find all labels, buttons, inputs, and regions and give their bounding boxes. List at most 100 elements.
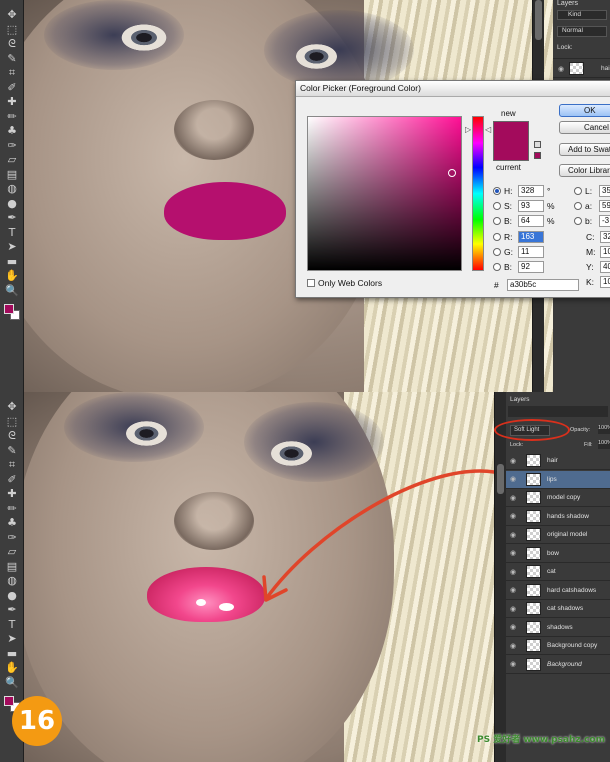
visibility-eye-icon[interactable]: ◉: [510, 494, 519, 502]
lasso-tool-icon[interactable]: ᘓ: [4, 37, 20, 51]
visibility-eye-icon[interactable]: ◉: [510, 531, 519, 539]
eraser-tool-icon[interactable]: ▱: [4, 545, 20, 559]
crop-tool-icon[interactable]: ⌗: [4, 66, 20, 80]
kind-filter[interactable]: Kind: [557, 10, 607, 20]
hsb-radio[interactable]: [493, 187, 501, 195]
gradient-tool-icon[interactable]: ▤: [4, 168, 20, 182]
gradient-tool-icon[interactable]: ▤: [4, 560, 20, 574]
visibility-eye-icon[interactable]: ◉: [510, 642, 519, 650]
layers-tab[interactable]: Layers: [557, 0, 578, 7]
blur-tool-icon[interactable]: ◍: [4, 182, 20, 196]
eye-icon[interactable]: ◉: [558, 65, 564, 73]
quick-select-tool-icon[interactable]: ✎: [4, 444, 20, 458]
visibility-eye-icon[interactable]: ◉: [510, 660, 519, 668]
quick-select-tool-icon[interactable]: ✎: [4, 52, 20, 66]
marquee-tool-icon[interactable]: ⬚: [4, 23, 20, 37]
move-tool-icon[interactable]: ✥: [4, 8, 20, 22]
eraser-tool-icon[interactable]: ▱: [4, 153, 20, 167]
color-field[interactable]: [307, 116, 462, 271]
lab-radio[interactable]: [574, 202, 582, 210]
fill-input[interactable]: 100%: [598, 440, 610, 449]
dialog-title[interactable]: Color Picker (Foreground Color): [296, 81, 610, 97]
crop-tool-icon[interactable]: ⌗: [4, 458, 20, 472]
lab-input[interactable]: -3: [599, 215, 610, 227]
foreground-color-swatch[interactable]: [4, 696, 14, 706]
color-libraries-button[interactable]: Color Libraries: [559, 164, 610, 177]
zoom-tool-icon[interactable]: 🔍: [4, 284, 20, 298]
history-brush-tool-icon[interactable]: ✑: [4, 531, 20, 545]
visibility-eye-icon[interactable]: ◉: [510, 623, 519, 631]
dodge-tool-icon[interactable]: ●: [4, 589, 20, 603]
layer-row[interactable]: ◉ shadows: [506, 619, 610, 637]
ok-button[interactable]: OK: [559, 104, 610, 117]
path-select-tool-icon[interactable]: ➤: [4, 632, 20, 646]
layer-row[interactable]: ◉ Background copy: [506, 637, 610, 655]
hsb-radio[interactable]: [493, 202, 501, 210]
layer-row[interactable]: ◉ lips: [506, 470, 610, 489]
shape-tool-icon[interactable]: ▬: [4, 647, 20, 661]
pen-tool-icon[interactable]: ✒: [4, 211, 20, 225]
hue-slider[interactable]: [472, 116, 484, 271]
blend-mode-select[interactable]: Normal: [557, 26, 607, 37]
pen-tool-icon[interactable]: ✒: [4, 603, 20, 617]
visibility-eye-icon[interactable]: ◉: [510, 586, 519, 594]
layer-row[interactable]: ◉ bow: [506, 545, 610, 563]
brush-tool-icon[interactable]: ✏: [4, 502, 20, 516]
layers-tab[interactable]: Layers: [510, 396, 530, 403]
cmyk-input[interactable]: 100: [600, 246, 610, 258]
rgb-input[interactable]: 11: [518, 246, 544, 258]
hsb-input[interactable]: 64: [518, 215, 544, 227]
lab-input[interactable]: 35: [599, 185, 610, 197]
visibility-eye-icon[interactable]: ◉: [510, 605, 519, 613]
opacity-input[interactable]: 100%: [598, 425, 610, 434]
layer-row[interactable]: ◉ cat: [506, 563, 610, 581]
layer-row[interactable]: ◉ original model: [506, 526, 610, 544]
rgb-radio[interactable]: [493, 263, 501, 271]
hex-input[interactable]: a30b5c: [507, 279, 579, 291]
layer-row[interactable]: ◉ cat shadows: [506, 600, 610, 618]
lab-input[interactable]: 59: [599, 200, 610, 212]
rgb-input[interactable]: 163: [518, 231, 544, 243]
cube-icon[interactable]: [534, 141, 541, 148]
zoom-tool-icon[interactable]: 🔍: [4, 676, 20, 690]
stamp-tool-icon[interactable]: ♣: [4, 124, 20, 138]
layer-row[interactable]: ◉ Background: [506, 656, 610, 674]
document-canvas-bottom[interactable]: [24, 392, 506, 762]
rgb-input[interactable]: 92: [518, 261, 544, 273]
layer-row[interactable]: ◉ hands shadow: [506, 508, 610, 526]
layer-row[interactable]: ◉ model copy: [506, 489, 610, 507]
cmyk-input[interactable]: 40: [600, 261, 610, 273]
move-tool-icon[interactable]: ✥: [4, 400, 20, 414]
eyedropper-tool-icon[interactable]: ✐: [4, 81, 20, 95]
hsb-radio[interactable]: [493, 217, 501, 225]
visibility-eye-icon[interactable]: ◉: [510, 512, 519, 520]
type-tool-icon[interactable]: T: [4, 226, 20, 240]
stamp-tool-icon[interactable]: ♣: [4, 516, 20, 530]
hsb-input[interactable]: 328: [518, 185, 544, 197]
hue-slider-left-arrow[interactable]: ▷: [465, 125, 471, 134]
only-web-colors-checkbox[interactable]: [307, 279, 315, 287]
type-tool-icon[interactable]: T: [4, 618, 20, 632]
hsb-input[interactable]: 93: [518, 200, 544, 212]
rgb-radio[interactable]: [493, 233, 501, 241]
add-to-swatches-button[interactable]: Add to Swatches: [559, 143, 610, 156]
lab-radio[interactable]: [574, 217, 582, 225]
visibility-eye-icon[interactable]: ◉: [510, 457, 519, 465]
cmyk-input[interactable]: 32: [600, 231, 610, 243]
healing-tool-icon[interactable]: ✚: [4, 487, 20, 501]
layer-row[interactable]: ◉ hair: [506, 452, 610, 470]
path-select-tool-icon[interactable]: ➤: [4, 240, 20, 254]
eyedropper-tool-icon[interactable]: ✐: [4, 473, 20, 487]
visibility-eye-icon[interactable]: ◉: [510, 549, 519, 557]
lasso-tool-icon[interactable]: ᘓ: [4, 429, 20, 443]
dodge-tool-icon[interactable]: ●: [4, 197, 20, 211]
rgb-radio[interactable]: [493, 248, 501, 256]
hue-slider-right-arrow[interactable]: ◁: [485, 125, 491, 134]
brush-tool-icon[interactable]: ✏: [4, 110, 20, 124]
visibility-eye-icon[interactable]: ◉: [510, 475, 519, 483]
healing-tool-icon[interactable]: ✚: [4, 95, 20, 109]
blur-tool-icon[interactable]: ◍: [4, 574, 20, 588]
history-brush-tool-icon[interactable]: ✑: [4, 139, 20, 153]
color-field-marker[interactable]: [448, 169, 456, 177]
hand-tool-icon[interactable]: ✋: [4, 661, 20, 675]
